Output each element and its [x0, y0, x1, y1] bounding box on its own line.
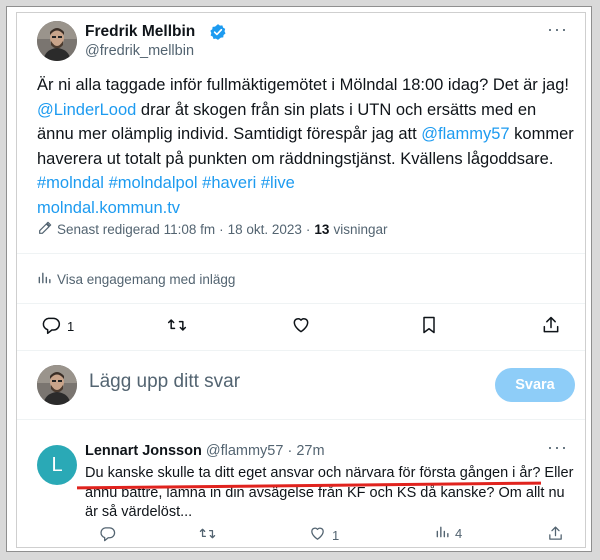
author-handle[interactable]: @fredrik_mellbin — [85, 43, 194, 59]
composer-avatar[interactable] — [37, 365, 77, 405]
reply-input[interactable]: Lägg upp ditt svar — [89, 371, 240, 393]
more-options-icon[interactable]: ··· — [547, 437, 568, 458]
share-icon — [541, 315, 561, 338]
reply-actions: 1 4 — [17, 525, 585, 547]
reply-count: 1 — [67, 319, 75, 334]
share-icon — [547, 525, 564, 545]
url-link[interactable]: molndal.kommun.tv — [37, 199, 180, 217]
reply-submit-button[interactable]: Svara — [495, 368, 575, 402]
author-name[interactable]: Fredrik Mellbin — [85, 23, 195, 41]
edited-label[interactable]: Senast redigerad 11:08 fm — [57, 222, 215, 237]
meta-separator: · — [305, 222, 311, 237]
retweet-button[interactable] — [167, 315, 187, 338]
meta-separator: · — [219, 222, 224, 237]
reply-button[interactable] — [99, 525, 116, 545]
verified-badge-icon — [209, 23, 227, 46]
retweet-button[interactable] — [199, 525, 216, 545]
like-button[interactable] — [291, 315, 311, 338]
share-button[interactable] — [541, 315, 561, 338]
reply-time[interactable]: 27m — [296, 443, 324, 459]
like-icon — [309, 525, 326, 545]
retweet-icon — [167, 315, 187, 338]
mention-link[interactable]: @LinderLood — [37, 101, 136, 119]
screenshot-frame: Fredrik Mellbin @fredrik_mellbin ··· Är … — [6, 6, 592, 552]
reply-author-name[interactable]: Lennart Jonsson — [85, 443, 202, 459]
divider — [17, 303, 585, 304]
more-options-icon[interactable]: ··· — [547, 19, 568, 40]
divider — [17, 253, 585, 254]
tweet-actions: 1 — [17, 315, 585, 341]
edit-pencil-icon — [37, 220, 53, 239]
tweet-meta: Senast redigerad 11:08 fm · 18 okt. 2023… — [37, 220, 387, 239]
views-chart-icon — [435, 525, 449, 542]
author-avatar[interactable] — [37, 21, 77, 61]
bookmark-icon — [419, 315, 439, 338]
view-engagement-label: Visa engagemang med inlägg — [57, 272, 236, 287]
mention-link[interactable]: @flammy57 — [421, 125, 509, 143]
tweet-card: Fredrik Mellbin @fredrik_mellbin ··· Är … — [16, 12, 586, 548]
like-button[interactable]: 1 — [309, 525, 339, 545]
view-engagement-link[interactable]: Visa engagemang med inlägg — [37, 271, 235, 288]
retweet-icon — [199, 525, 216, 545]
reply-author-avatar[interactable]: L — [37, 445, 77, 485]
divider — [17, 419, 585, 420]
bookmark-button[interactable] — [419, 315, 439, 338]
views-chart-icon — [37, 271, 51, 288]
like-count: 1 — [332, 527, 340, 543]
reply-button[interactable]: 1 — [41, 315, 74, 338]
tweet-text: Är ni alla taggade inför fullmäktigemöte… — [37, 73, 577, 220]
reply-author-handle[interactable]: @flammy57 — [206, 443, 284, 459]
reply-header: Lennart Jonsson @flammy57 · 27m — [85, 443, 325, 459]
views-button[interactable]: 4 — [435, 525, 462, 542]
views-count: 13 — [314, 222, 330, 237]
divider — [17, 350, 585, 351]
hashtag-link[interactable]: #molndal — [37, 174, 104, 192]
share-button[interactable] — [547, 525, 564, 545]
hashtag-link[interactable]: #live — [261, 174, 295, 192]
views-label: visningar — [333, 222, 388, 237]
tweet-date[interactable]: 18 okt. 2023 — [228, 222, 302, 237]
views-count: 4 — [455, 526, 463, 541]
reply-icon — [99, 525, 116, 545]
reply-text: Du kanske skulle ta ditt eget ansvar och… — [85, 465, 574, 520]
like-icon — [291, 315, 311, 338]
hashtag-link[interactable]: #haveri — [202, 174, 256, 192]
meta-separator: · — [287, 443, 293, 459]
reply-icon — [41, 315, 61, 338]
tweet-text-part: Är ni alla taggade inför fullmäktigemöte… — [37, 76, 569, 94]
hashtag-link[interactable]: #molndalpol — [109, 174, 198, 192]
